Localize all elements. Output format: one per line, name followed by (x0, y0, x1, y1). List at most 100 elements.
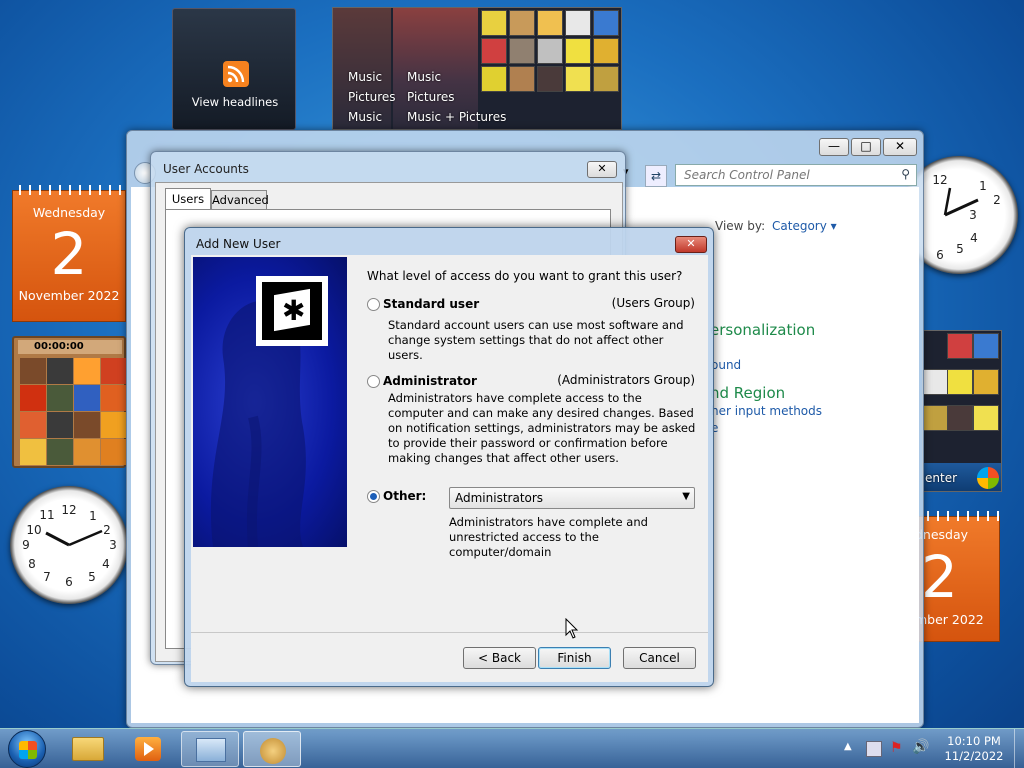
other-radio[interactable] (367, 490, 380, 503)
standard-user-label[interactable]: Standard user (383, 297, 479, 311)
calendar-month-year: November 2022 (18, 288, 120, 303)
wizard-banner-image: ✱ (193, 257, 347, 547)
administrator-label[interactable]: Administrator (383, 374, 477, 388)
users-group-label: (Users Group) (611, 296, 695, 310)
region-link[interactable]: nd Region (710, 384, 785, 402)
start-button[interactable] (8, 730, 46, 768)
other-description: Administrators have complete and unrestr… (449, 515, 648, 559)
refresh-icon[interactable]: ⇄ (645, 165, 667, 187)
svg-text:6: 6 (936, 248, 944, 262)
media-player-icon (135, 737, 161, 761)
add-new-user-dialog[interactable]: Add New User ✕ ✱ What level of access do… (184, 227, 714, 687)
tab-advanced[interactable]: Advanced (211, 190, 269, 210)
rss-gadget[interactable]: View headlines (172, 8, 296, 130)
explorer-taskbar-button[interactable] (60, 731, 118, 767)
windows-logo-icon (19, 741, 37, 759)
svg-text:12: 12 (932, 173, 947, 187)
search-input[interactable]: Search Control Panel ⚲ (675, 164, 917, 186)
media-player-taskbar-button[interactable] (120, 731, 178, 767)
view-by-value: Category (772, 219, 827, 233)
svg-text:11: 11 (39, 508, 54, 522)
media-label[interactable]: Music (407, 70, 441, 84)
picture-puzzle-gadget[interactable]: 00:00:00 (12, 336, 127, 468)
tab-users[interactable]: Users (165, 188, 211, 210)
svg-text:5: 5 (88, 570, 96, 584)
users-icon (260, 738, 286, 764)
control-panel-taskbar-button[interactable] (181, 731, 239, 767)
question-text: What level of access do you want to gran… (367, 269, 683, 283)
svg-text:1: 1 (89, 509, 97, 523)
finish-button[interactable]: Finish (538, 647, 611, 669)
taskbar: ▲ ⚑ 🔊 10:10 PM 11/2/2022 (0, 728, 1024, 768)
personalization-link[interactable]: ersonalization (710, 321, 815, 339)
minimize-button[interactable]: — (819, 138, 849, 156)
calendar-weekday: Wednesday (32, 205, 106, 220)
chevron-down-icon: ▼ (682, 491, 690, 502)
close-button[interactable]: ✕ (675, 236, 707, 253)
media-center-gadget[interactable]: enter (922, 330, 1002, 492)
show-hidden-icons-icon[interactable]: ▲ (844, 741, 852, 752)
media-center-gadget[interactable]: Music Pictures Music Music Pictures Musi… (332, 7, 622, 130)
svg-text:4: 4 (970, 231, 978, 245)
search-icon: ⚲ (901, 167, 910, 181)
svg-text:3: 3 (109, 538, 117, 552)
windows-logo-icon (977, 467, 999, 489)
media-label[interactable]: Music (348, 70, 382, 84)
svg-text:9: 9 (22, 538, 30, 552)
select-value: Administrators (455, 491, 544, 505)
administrators-group-label: (Administrators Group) (557, 373, 695, 387)
time-label: 10:10 PM (947, 734, 1001, 748)
media-label[interactable]: Pictures (407, 90, 455, 104)
input-methods-link[interactable]: her input methods (711, 404, 822, 418)
svg-text:12: 12 (61, 503, 76, 517)
clock-tray[interactable]: 10:10 PM 11/2/2022 (938, 734, 1010, 764)
administrator-radio[interactable] (367, 375, 380, 388)
svg-text:10: 10 (26, 523, 41, 537)
window-title: User Accounts (163, 162, 249, 176)
other-group-select[interactable]: Administrators ▼ (449, 487, 695, 509)
svg-text:2: 2 (103, 523, 111, 537)
media-label[interactable]: Pictures (348, 90, 396, 104)
other-label[interactable]: Other: (383, 489, 426, 503)
view-by-dropdown[interactable]: Category ▾ (772, 219, 837, 233)
media-label[interactable]: Music (348, 110, 382, 124)
svg-text:5: 5 (956, 242, 964, 256)
divider (191, 632, 708, 633)
svg-text:4: 4 (102, 557, 110, 571)
standard-user-description: Standard account users can use most soft… (388, 318, 684, 362)
cancel-button[interactable]: Cancel (623, 647, 696, 669)
calendar-gadget[interactable]: Wednesday 2 November 2022 (12, 185, 127, 322)
standard-user-radio[interactable] (367, 298, 380, 311)
view-by-label: View by: (715, 219, 766, 233)
maximize-button[interactable]: □ (851, 138, 881, 156)
network-icon[interactable] (866, 741, 882, 757)
action-center-icon[interactable]: ⚑ (890, 740, 903, 756)
date-label: 11/2/2022 (944, 749, 1004, 763)
media-label[interactable]: Music + Pictures (407, 110, 506, 124)
show-desktop-button[interactable] (1014, 729, 1024, 768)
view-headlines-label[interactable]: View headlines (173, 95, 297, 109)
volume-icon[interactable]: 🔊 (912, 739, 929, 755)
user-accounts-taskbar-button[interactable] (243, 731, 301, 767)
calendar-day: 2 (50, 220, 88, 288)
control-panel-icon (196, 738, 226, 762)
media-center-label[interactable]: enter (925, 471, 957, 485)
close-button[interactable]: ✕ (883, 138, 917, 156)
close-button[interactable]: ✕ (587, 161, 617, 178)
mouse-cursor-icon (565, 617, 579, 643)
chevron-down-icon: ▾ (830, 219, 837, 233)
puzzle-timer: 00:00:00 (18, 340, 122, 354)
dialog-title: Add New User (196, 237, 281, 251)
search-placeholder: Search Control Panel (684, 168, 810, 182)
svg-text:6: 6 (65, 575, 73, 589)
svg-text:3: 3 (969, 208, 977, 222)
user-accounts-icon: ✱ (256, 276, 328, 346)
administrator-description: Administrators have complete access to t… (388, 391, 696, 465)
sound-link[interactable]: ound (711, 358, 741, 372)
svg-text:8: 8 (28, 557, 36, 571)
svg-text:2: 2 (993, 193, 1001, 207)
back-button[interactable]: < Back (463, 647, 536, 669)
rss-icon (223, 61, 249, 87)
clock-gadget[interactable]: 12 3 6 9 1245 7 8 10 11 (10, 486, 128, 604)
svg-text:7: 7 (43, 570, 51, 584)
